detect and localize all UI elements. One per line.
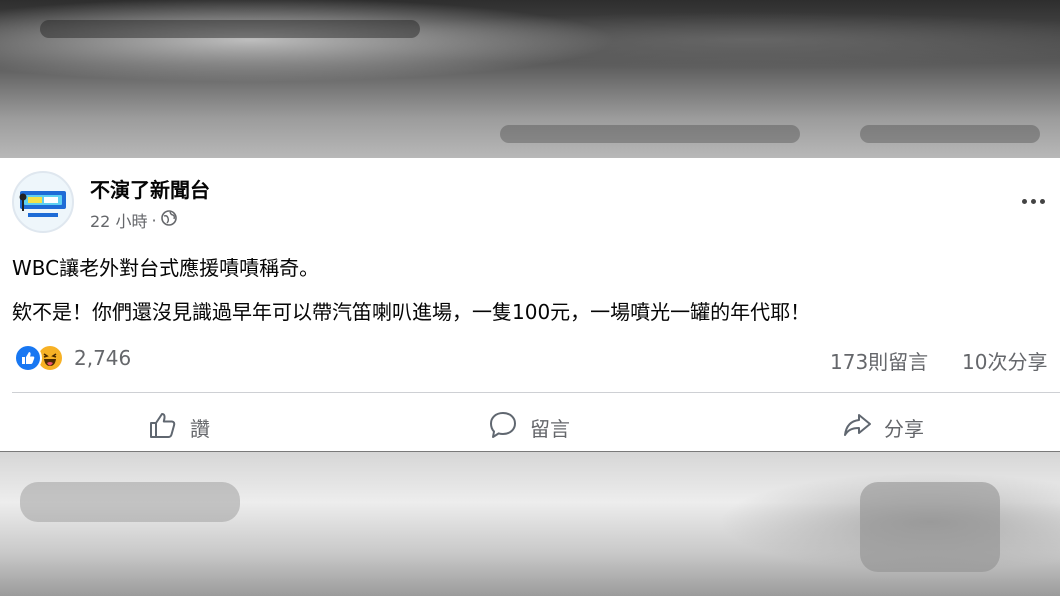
more-dot-icon xyxy=(1030,198,1036,204)
share-arrow-icon xyxy=(842,410,872,445)
reaction-count: 2,746 xyxy=(74,346,132,370)
page-avatar[interactable] xyxy=(12,171,74,233)
share-label: 分享 xyxy=(884,416,924,441)
more-dot-icon xyxy=(1039,198,1045,204)
like-button[interactable]: 讚 xyxy=(148,408,210,446)
comments-count[interactable]: 173則留言 xyxy=(830,346,928,375)
reactions-summary[interactable]: 2,746 xyxy=(14,344,131,372)
post-time[interactable]: 22 小時 xyxy=(90,208,147,232)
comment-label: 留言 xyxy=(530,416,570,441)
thumbs-up-icon xyxy=(148,410,178,445)
like-icon xyxy=(14,344,42,372)
comment-button[interactable]: 留言 xyxy=(488,408,570,446)
post-text-line-2: 欸不是！你們還沒見識過早年可以帶汽笛喇叭進場，一隻100元，一場噴光一罐的年代耶… xyxy=(12,300,811,324)
more-dot-icon xyxy=(1021,198,1027,204)
like-label: 讚 xyxy=(190,416,210,441)
page-name[interactable]: 不演了新聞台 xyxy=(90,174,210,203)
comment-bubble-icon xyxy=(488,410,518,445)
meta-separator: · xyxy=(151,210,157,230)
globe-icon xyxy=(160,210,177,230)
blurred-background-top xyxy=(0,0,1060,158)
blurred-background-bottom xyxy=(0,452,1060,596)
post-meta: 22 小時 · xyxy=(90,208,177,232)
divider xyxy=(12,392,1060,393)
share-button[interactable]: 分享 xyxy=(842,408,924,446)
post-text-line-1: WBC讓老外對台式應援嘖嘖稱奇。 xyxy=(12,256,320,280)
more-options-button[interactable] xyxy=(1016,190,1050,212)
shares-count[interactable]: 10次分享 xyxy=(962,346,1047,375)
